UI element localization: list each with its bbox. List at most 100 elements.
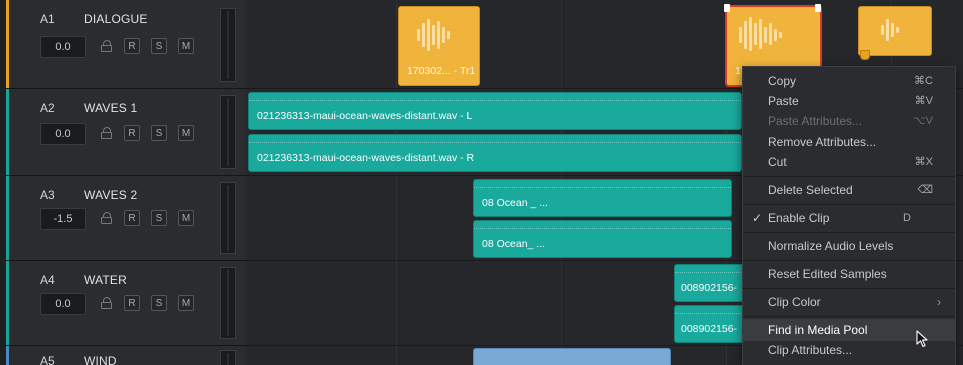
menu-item-label: Reset Edited Samples — [768, 267, 887, 281]
waveform — [881, 17, 911, 43]
solo-button[interactable]: S — [151, 125, 167, 141]
waveform — [474, 187, 731, 191]
menu-item-label: Remove Attributes... — [768, 135, 877, 149]
track-header-a2[interactable]: A2 WAVES 1 0.0 R S M — [6, 89, 246, 176]
menu-item-label: Paste Attributes... — [768, 114, 863, 128]
track-id: A2 — [40, 101, 55, 115]
clip-name: 021236313-maui-ocean-waves-distant.wav -… — [257, 110, 473, 122]
audio-level-meter — [220, 182, 236, 254]
track-header-a4[interactable]: A4 WATER 0.0 R S M — [6, 261, 246, 346]
record-arm-button[interactable]: R — [124, 210, 140, 226]
menu-item-label: Paste — [768, 94, 799, 108]
track-volume-field[interactable]: -1.5 — [40, 208, 86, 230]
track-name[interactable]: WATER — [84, 273, 127, 287]
menu-item-normalize-audio-levels[interactable]: Normalize Audio Levels — [743, 235, 955, 257]
track-volume-field[interactable]: 0.0 — [40, 36, 86, 58]
menu-item-label: Copy — [768, 74, 797, 88]
menu-item-label: Clip Color — [768, 295, 821, 309]
clip-trim-handle[interactable] — [815, 4, 821, 12]
menu-separator — [743, 176, 955, 177]
mute-button[interactable]: M — [178, 38, 194, 54]
menu-item-delete-selected[interactable]: Delete Selected ⌫ — [743, 179, 955, 201]
solo-button[interactable]: S — [151, 295, 167, 311]
lock-icon[interactable] — [101, 212, 113, 224]
menu-item-label: Clip Attributes... — [768, 343, 853, 357]
audio-clip-water[interactable]: 008902156- — [674, 305, 746, 343]
clip-name: 170302... - Tr1 — [407, 65, 476, 77]
clip-fade-handle[interactable] — [860, 50, 870, 60]
menu-item-reset-edited-samples[interactable]: Reset Edited Samples — [743, 263, 955, 285]
menu-item-label: Normalize Audio Levels — [768, 239, 894, 253]
clip-name: 008902156- — [681, 323, 738, 335]
audio-clip-dialogue[interactable] — [858, 6, 932, 56]
menu-item-clip-color[interactable]: Clip Color › — [743, 291, 955, 313]
track-id: A1 — [40, 12, 55, 26]
solo-button[interactable]: S — [151, 38, 167, 54]
audio-clip-waves-right[interactable]: 021236313-maui-ocean-waves-distant.wav -… — [248, 134, 742, 172]
clip-name: 008902156- — [681, 282, 738, 294]
record-arm-button[interactable]: R — [124, 295, 140, 311]
menu-item-shortcut: ⌘X — [914, 156, 933, 168]
waveform — [474, 228, 731, 232]
menu-item-cut[interactable]: Cut ⌘X — [743, 151, 955, 173]
waveform — [249, 142, 741, 146]
audio-level-meter — [220, 95, 236, 169]
track-name[interactable]: DIALOGUE — [84, 12, 148, 26]
menu-item-label: Enable Clip — [768, 211, 830, 225]
waveform — [739, 17, 799, 53]
track-name[interactable]: WAVES 2 — [84, 188, 137, 202]
audio-clip-ocean[interactable]: 08 Ocean _ ... — [473, 179, 732, 217]
track-header-column: A1 DIALOGUE 0.0 R S M A2 WAVES 1 0.0 R S… — [6, 0, 246, 365]
menu-item-label: Find in Media Pool — [768, 323, 868, 337]
track-header-a1[interactable]: A1 DIALOGUE 0.0 R S M — [6, 0, 246, 89]
clip-context-menu: Copy ⌘C Paste ⌘V Paste Attributes... ⌥V … — [742, 66, 956, 365]
checkmark-icon: ✓ — [752, 211, 763, 225]
lock-icon[interactable] — [101, 40, 113, 52]
track-name[interactable]: WIND — [84, 354, 117, 365]
menu-separator — [743, 288, 955, 289]
menu-separator — [743, 260, 955, 261]
waveform — [675, 313, 745, 317]
track-id: A3 — [40, 188, 55, 202]
chevron-right-icon: › — [937, 295, 941, 309]
track-volume-field[interactable]: 0.0 — [40, 293, 86, 315]
mute-button[interactable]: M — [178, 295, 194, 311]
track-header-a3[interactable]: A3 WAVES 2 -1.5 R S M — [6, 176, 246, 261]
audio-clip-wind[interactable] — [473, 348, 671, 365]
waveform — [249, 100, 741, 104]
waveform — [675, 272, 745, 276]
clip-name: 021236313-maui-ocean-waves-distant.wav -… — [257, 152, 475, 164]
menu-item-remove-attributes[interactable]: Remove Attributes... — [743, 131, 955, 153]
audio-clip-waves-left[interactable]: 021236313-maui-ocean-waves-distant.wav -… — [248, 92, 742, 130]
record-arm-button[interactable]: R — [124, 38, 140, 54]
track-header-a5[interactable]: A5 WIND — [6, 346, 246, 365]
mouse-pointer-icon — [916, 330, 928, 348]
record-arm-button[interactable]: R — [124, 125, 140, 141]
menu-item-copy[interactable]: Copy ⌘C — [743, 70, 955, 92]
waveform — [417, 17, 467, 53]
menu-item-label: Delete Selected — [768, 183, 853, 197]
lock-icon[interactable] — [101, 297, 113, 309]
track-id: A4 — [40, 273, 55, 287]
clip-name: 08 Ocean_ ... — [482, 238, 546, 250]
menu-item-enable-clip[interactable]: ✓ Enable Clip D — [743, 207, 955, 229]
menu-item-paste-attributes[interactable]: Paste Attributes... ⌥V — [743, 110, 955, 132]
audio-level-meter — [220, 8, 236, 82]
audio-clip-dialogue[interactable]: 170302... - Tr1 — [398, 6, 480, 86]
menu-item-shortcut: D — [903, 212, 911, 224]
menu-separator — [743, 232, 955, 233]
menu-item-shortcut: ⌥V — [912, 115, 933, 127]
menu-item-paste[interactable]: Paste ⌘V — [743, 90, 955, 112]
audio-clip-ocean[interactable]: 08 Ocean_ ... — [473, 220, 732, 258]
audio-level-meter — [220, 350, 236, 365]
lock-icon[interactable] — [101, 127, 113, 139]
solo-button[interactable]: S — [151, 210, 167, 226]
menu-item-shortcut: ⌘C — [914, 75, 933, 87]
track-volume-field[interactable]: 0.0 — [40, 123, 86, 145]
track-name[interactable]: WAVES 1 — [84, 101, 137, 115]
mute-button[interactable]: M — [178, 210, 194, 226]
edit-page: A1 DIALOGUE 0.0 R S M A2 WAVES 1 0.0 R S… — [0, 0, 963, 365]
audio-clip-water[interactable]: 008902156- — [674, 264, 746, 302]
clip-trim-handle[interactable] — [724, 4, 730, 12]
mute-button[interactable]: M — [178, 125, 194, 141]
